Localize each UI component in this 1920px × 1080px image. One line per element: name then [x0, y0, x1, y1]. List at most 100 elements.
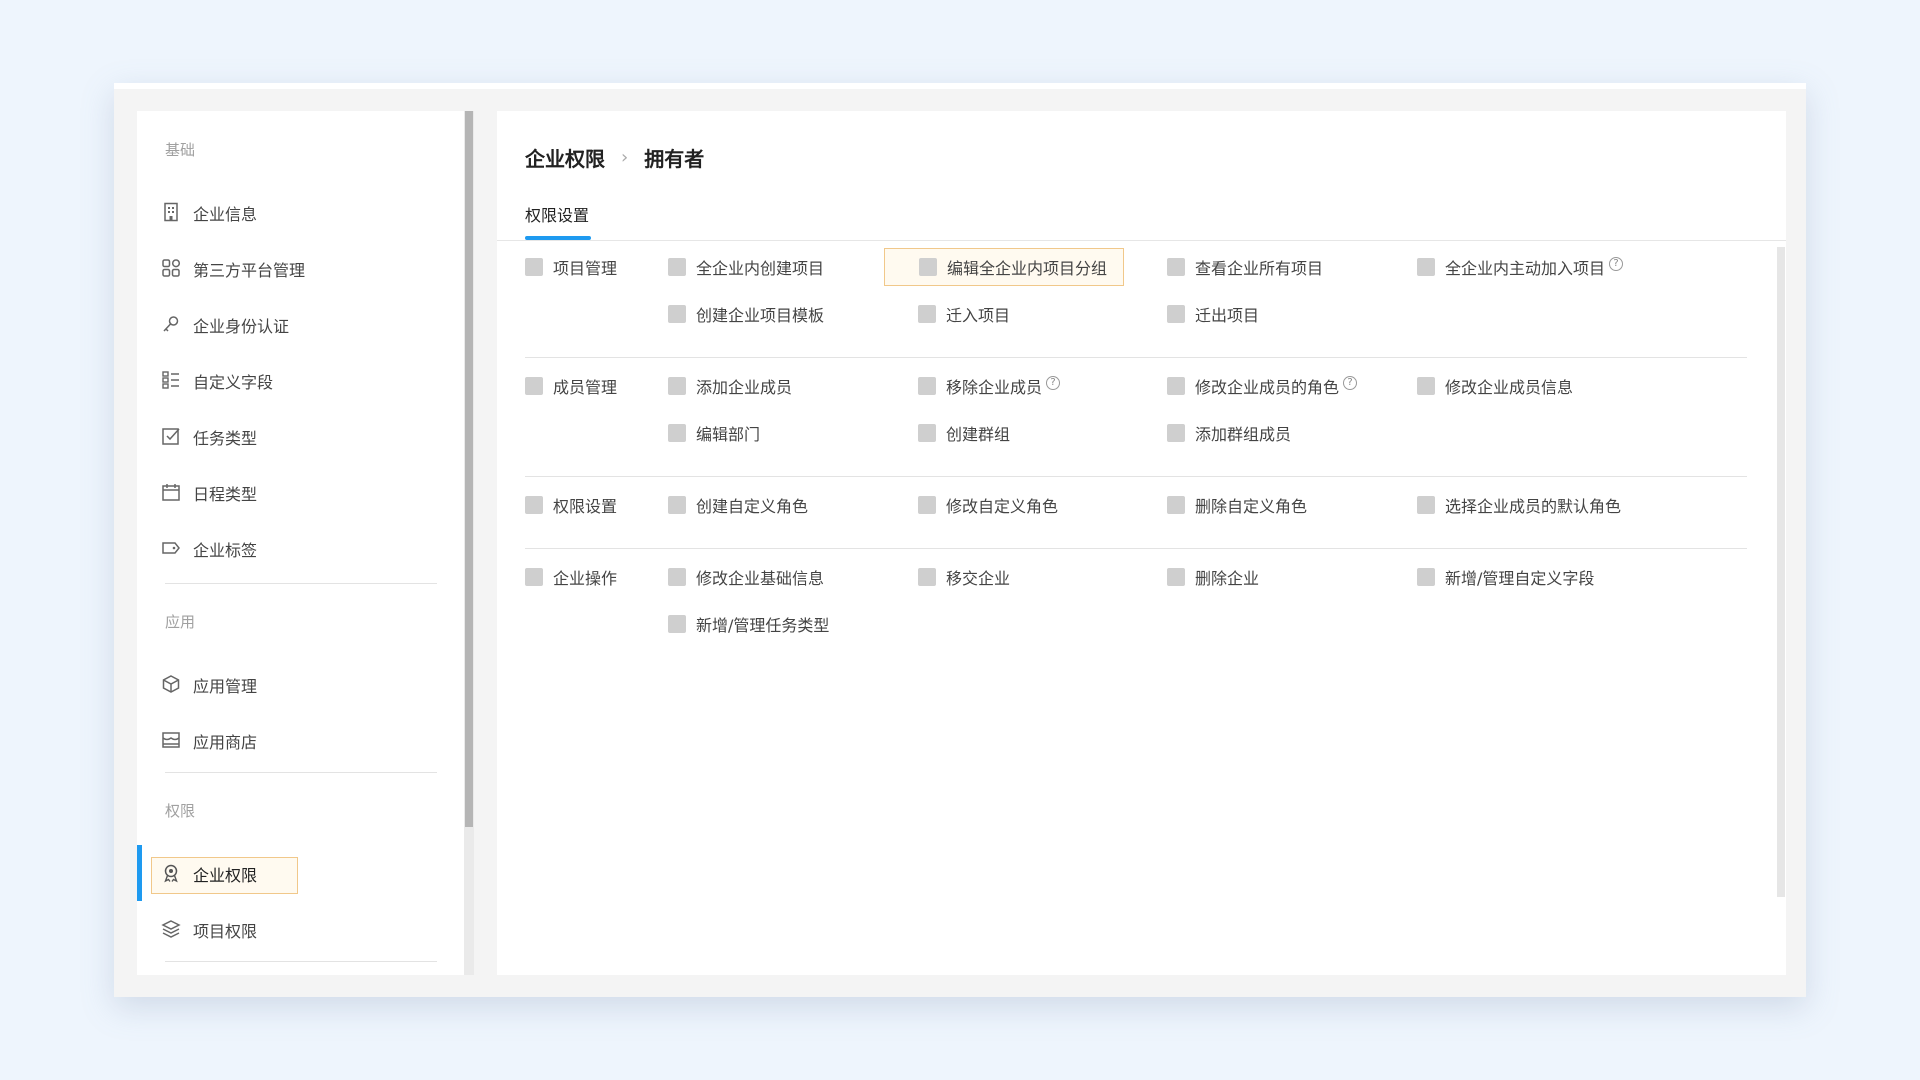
- checkbox[interactable]: [918, 305, 936, 323]
- checkbox-label: 新增/管理自定义字段: [1445, 569, 1595, 588]
- checkbox-label: 全企业内主动加入项目?: [1445, 255, 1624, 279]
- sidebar-item-tags[interactable]: 企业标签: [137, 520, 464, 576]
- group-checkbox[interactable]: 项目管理: [525, 248, 617, 286]
- sidebar-section-title: 应用: [165, 613, 196, 631]
- checkbox[interactable]: [668, 496, 686, 514]
- checkbox[interactable]: [668, 377, 686, 395]
- help-icon[interactable]: ?: [1343, 376, 1358, 390]
- checkbox-label: 全企业内创建项目: [696, 259, 825, 278]
- permission-checkbox[interactable]: 编辑部门: [668, 414, 760, 452]
- sidebar-item-label: 应用管理: [193, 677, 258, 696]
- permission-checkbox[interactable]: 添加群组成员: [1167, 414, 1291, 452]
- checkbox[interactable]: [525, 377, 543, 395]
- checkbox[interactable]: [668, 258, 686, 276]
- checkbox[interactable]: [1167, 305, 1185, 323]
- permission-checkbox[interactable]: 选择企业成员的默认角色: [1417, 486, 1621, 524]
- checkbox-label: 编辑全企业内项目分组: [947, 259, 1108, 278]
- group-checkbox[interactable]: 企业操作: [525, 558, 617, 596]
- permission-checkbox[interactable]: 迁入项目: [918, 295, 1010, 333]
- checkbox[interactable]: [1167, 377, 1185, 395]
- permission-checkbox-highlighted[interactable]: 编辑全企业内项目分组: [884, 248, 1125, 286]
- checkbox[interactable]: [1417, 258, 1435, 276]
- permission-checkbox[interactable]: 移交企业: [918, 558, 1010, 596]
- checkbox-label: 添加群组成员: [1195, 425, 1292, 444]
- permission-checkbox[interactable]: 创建企业项目模板: [668, 295, 824, 333]
- permission-checkbox[interactable]: 删除自定义角色: [1167, 486, 1307, 524]
- permission-checkbox[interactable]: 创建群组: [918, 414, 1010, 452]
- group-divider: [525, 357, 1747, 358]
- calendar-icon: [161, 482, 181, 502]
- sidebar-item-label: 应用商店: [193, 733, 258, 752]
- sidebar-item-third-party[interactable]: 第三方平台管理: [137, 240, 464, 296]
- sidebar-scrollbar[interactable]: [464, 111, 474, 975]
- permission-checkbox[interactable]: 移除企业成员?: [918, 367, 1061, 405]
- sidebar-item-label: 企业身份认证: [193, 317, 290, 336]
- checkbox[interactable]: [1167, 496, 1185, 514]
- checkbox[interactable]: [918, 496, 936, 514]
- checkbox[interactable]: [918, 424, 936, 442]
- checkbox-label-text: 修改企业成员的角色: [1195, 378, 1340, 397]
- permission-checkbox[interactable]: 删除企业: [1167, 558, 1259, 596]
- tab-permission-settings[interactable]: 权限设置: [525, 202, 589, 226]
- checkbox-label: 创建企业项目模板: [696, 306, 825, 325]
- checkbox-label: 删除企业: [1195, 569, 1260, 588]
- sidebar-item-label: 第三方平台管理: [193, 261, 306, 280]
- checkbox-label: 迁入项目: [946, 306, 1011, 325]
- main-scrollbar[interactable]: [1777, 247, 1785, 897]
- checkbox-label: 删除自定义角色: [1195, 497, 1308, 516]
- permission-checkbox[interactable]: 全企业内主动加入项目?: [1417, 248, 1624, 286]
- permission-checkbox[interactable]: 查看企业所有项目: [1167, 248, 1323, 286]
- checkbox[interactable]: [668, 305, 686, 323]
- permission-checkbox[interactable]: 创建自定义角色: [668, 486, 808, 524]
- permission-checkbox[interactable]: 新增/管理任务类型: [668, 605, 829, 643]
- checkbox[interactable]: [668, 424, 686, 442]
- checkbox[interactable]: [1167, 568, 1185, 586]
- checkbox[interactable]: [668, 615, 686, 633]
- checkbox[interactable]: [1167, 424, 1185, 442]
- permission-checkbox[interactable]: 修改企业基础信息: [668, 558, 824, 596]
- sidebar-item-task-types[interactable]: 任务类型: [137, 408, 464, 464]
- checkbox[interactable]: [525, 496, 543, 514]
- breadcrumb-root[interactable]: 企业权限: [525, 143, 605, 172]
- sidebar-item-custom-fields[interactable]: 自定义字段: [137, 352, 464, 408]
- sidebar-item-app-management[interactable]: 应用管理: [137, 656, 464, 712]
- checkbox[interactable]: [918, 568, 936, 586]
- tab-active-indicator: [525, 236, 591, 240]
- permission-checkbox[interactable]: 添加企业成员: [668, 367, 792, 405]
- sidebar-item-project-permissions[interactable]: 项目权限: [137, 901, 464, 957]
- permission-group-project: 项目管理 全企业内创建项目 编辑全企业内项目分组 查看企业所有项目 全企业内主动…: [525, 248, 1747, 358]
- checkbox[interactable]: [919, 258, 937, 276]
- checkbox-label: 编辑部门: [696, 425, 761, 444]
- permission-checkbox[interactable]: 全企业内创建项目: [668, 248, 824, 286]
- tag-icon: [161, 538, 181, 558]
- checkbox-label-text: 移除企业成员: [946, 378, 1043, 397]
- permission-checkbox[interactable]: 新增/管理自定义字段: [1417, 558, 1594, 596]
- sidebar-item-label: 企业权限: [193, 866, 258, 885]
- checkbox[interactable]: [668, 568, 686, 586]
- permission-checkbox[interactable]: 修改企业成员信息: [1417, 367, 1573, 405]
- checkbox[interactable]: [1167, 258, 1185, 276]
- sidebar-item-identity[interactable]: 企业身份认证: [137, 296, 464, 352]
- checkbox[interactable]: [1417, 568, 1435, 586]
- sidebar-item-app-store[interactable]: 应用商店: [137, 712, 464, 768]
- help-icon[interactable]: ?: [1609, 257, 1624, 271]
- breadcrumb: 企业权限 › 拥有者: [525, 143, 704, 172]
- group-checkbox[interactable]: 权限设置: [525, 486, 617, 524]
- sidebar-scroll-thumb[interactable]: [465, 111, 473, 827]
- checkbox[interactable]: [525, 568, 543, 586]
- sidebar-item-company-info[interactable]: 企业信息: [137, 184, 464, 240]
- checkbox[interactable]: [1417, 496, 1435, 514]
- group-checkbox[interactable]: 成员管理: [525, 367, 617, 405]
- sidebar-item-company-permissions[interactable]: 企业权限: [137, 845, 464, 901]
- help-icon[interactable]: ?: [1046, 376, 1061, 390]
- sidebar-item-label: 日程类型: [193, 485, 258, 504]
- permission-checkbox[interactable]: 修改企业成员的角色?: [1167, 367, 1358, 405]
- permission-checkbox[interactable]: 迁出项目: [1167, 295, 1259, 333]
- checkbox[interactable]: [525, 258, 543, 276]
- checkbox[interactable]: [918, 377, 936, 395]
- checkbox[interactable]: [1417, 377, 1435, 395]
- checkbox-label: 移除企业成员?: [946, 374, 1061, 398]
- sidebar-item-schedule-types[interactable]: 日程类型: [137, 464, 464, 520]
- permission-checkbox[interactable]: 修改自定义角色: [918, 486, 1058, 524]
- checkbox-label: 添加企业成员: [696, 378, 793, 397]
